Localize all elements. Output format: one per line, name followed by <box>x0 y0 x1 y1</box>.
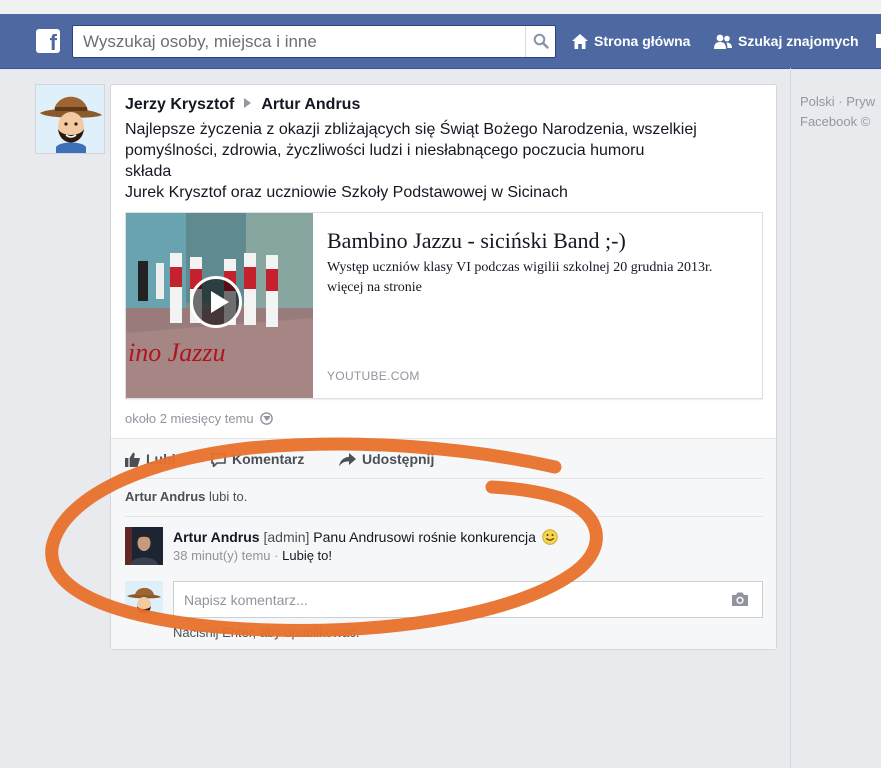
person-photo-icon <box>125 527 163 565</box>
video-thumbnail[interactable]: ino Jazzu <box>126 213 313 398</box>
camera-icon[interactable] <box>731 591 749 607</box>
shared-link-card[interactable]: ino Jazzu Bambino Jazzu - siciński Band … <box>125 212 763 399</box>
post-text-line: Jurek Krysztof oraz uczniowie Szkoły Pod… <box>125 184 568 201</box>
link-domain: YOUTUBE.COM <box>327 369 420 383</box>
right-column <box>790 68 881 768</box>
post-header: Jerzy Krysztof Artur Andrus <box>125 95 360 115</box>
post-text-line: składa <box>125 163 172 180</box>
friends-icon <box>714 34 732 49</box>
meta-separator: · <box>274 548 279 563</box>
divider <box>125 516 763 517</box>
likes-summary: Artur Andrus lubi to. <box>125 489 247 504</box>
comment-icon <box>211 453 226 469</box>
comment-text: Panu Andrusowi rośnie konkurencja <box>313 529 536 545</box>
link-title[interactable]: Bambino Jazzu - siciński Band ;-) <box>327 227 747 255</box>
post-text-line: Najlepsze życzenia z okazji zbliżających… <box>125 121 697 138</box>
link-description: Występ uczniów klasy VI podczas wigilii … <box>327 260 713 295</box>
browser-toolbar-strip <box>0 0 881 15</box>
write-comment-row <box>125 581 763 619</box>
admin-tag: [admin] <box>263 529 310 545</box>
like-button[interactable]: Lubi <box>125 449 176 469</box>
thumbnail-overlay-text: ino Jazzu <box>128 338 226 367</box>
commenter-avatar[interactable] <box>125 527 163 565</box>
post-text: Najlepsze życzenia z okazji zbliżających… <box>125 119 755 203</box>
search-button[interactable] <box>525 26 555 57</box>
footer-language-links[interactable]: Polski · Pryw <box>800 92 881 112</box>
likes-suffix: lubi to. <box>205 489 248 504</box>
post-author-link[interactable]: Jerzy Krysztof <box>125 96 234 113</box>
comment-like-link[interactable]: Lubię to! <box>282 548 332 563</box>
current-user-avatar <box>125 581 163 619</box>
search-input[interactable] <box>73 26 525 57</box>
post-text-line: pomyślności, zdrowia, życzliwości ludzi … <box>125 142 645 159</box>
cowboy-avatar-small-icon <box>125 581 163 619</box>
nav-home-label: Strona główna <box>594 33 691 49</box>
comment-input[interactable] <box>173 581 763 618</box>
share-button[interactable]: Udostępnij <box>339 449 434 469</box>
comment-time-link[interactable]: 38 minut(y) temu <box>173 548 271 563</box>
timestamp-text: około 2 miesięcy temu <box>125 411 254 426</box>
post-timestamp[interactable]: około 2 miesięcy temu <box>125 411 274 426</box>
nav-find-friends-label: Szukaj znajomych <box>738 33 859 49</box>
thumbs-up-icon <box>125 452 140 467</box>
search-icon <box>533 33 549 49</box>
comment-item: Artur Andrus [admin] Panu Andrusowi rośn… <box>125 525 755 569</box>
share-label: Udostępnij <box>362 451 435 467</box>
divider <box>125 478 763 479</box>
facebook-logo-icon[interactable]: f <box>36 29 60 53</box>
comment-button[interactable]: Komentarz <box>211 449 304 469</box>
liker-name-link[interactable]: Artur Andrus <box>125 489 205 504</box>
comment-meta: 38 minut(y) temu · Lubię to! <box>173 548 332 563</box>
enter-hint: Naciśnij Enter, aby opublikować. <box>173 625 360 640</box>
play-icon[interactable] <box>190 276 242 328</box>
top-navigation-bar: f Strona główna Szukaj znajomych <box>0 14 881 69</box>
nav-truncated-item[interactable] <box>876 34 881 48</box>
footer-copyright: Facebook © <box>800 114 871 129</box>
post-target-link[interactable]: Artur Andrus <box>261 96 360 113</box>
author-avatar[interactable] <box>35 84 105 154</box>
smiley-emoji-icon <box>542 529 558 545</box>
cowboy-avatar-icon <box>36 85 104 153</box>
like-label: Lubi <box>146 451 176 467</box>
comment-body: Artur Andrus [admin] Panu Andrusowi rośn… <box>173 527 558 547</box>
comment-author-link[interactable]: Artur Andrus <box>173 529 260 545</box>
search-box <box>72 25 556 58</box>
nav-home-link[interactable]: Strona główna <box>572 31 690 51</box>
home-icon <box>572 34 588 49</box>
globe-icon <box>260 412 274 425</box>
arrow-right-icon <box>244 98 252 108</box>
nav-find-friends-link[interactable]: Szukaj znajomych <box>714 31 859 51</box>
share-arrow-icon <box>339 453 356 467</box>
comment-label: Komentarz <box>232 451 305 467</box>
post-card: Jerzy Krysztof Artur Andrus Najlepsze życ… <box>110 84 777 650</box>
right-footer: Polski · Pryw Facebook © <box>800 92 881 132</box>
divider <box>111 438 776 439</box>
